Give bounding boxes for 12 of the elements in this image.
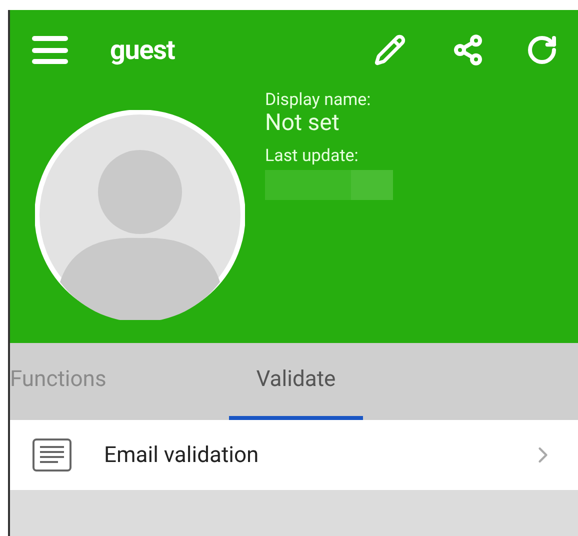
display-name-value: Not set <box>265 110 340 136</box>
list-item[interactable]: Email validation <box>10 420 578 490</box>
last-update-label: Last update: <box>265 146 360 166</box>
toolbar-title: guest <box>110 32 175 68</box>
list-item-label: Email validation <box>104 442 260 470</box>
avatar-icon <box>35 110 245 320</box>
document-icon <box>32 438 72 472</box>
display-name-label: Display name: <box>265 90 372 110</box>
refresh-icon[interactable] <box>526 34 558 66</box>
menu-icon[interactable] <box>32 36 68 64</box>
edit-icon[interactable] <box>374 34 406 66</box>
share-icon[interactable] <box>452 34 484 66</box>
